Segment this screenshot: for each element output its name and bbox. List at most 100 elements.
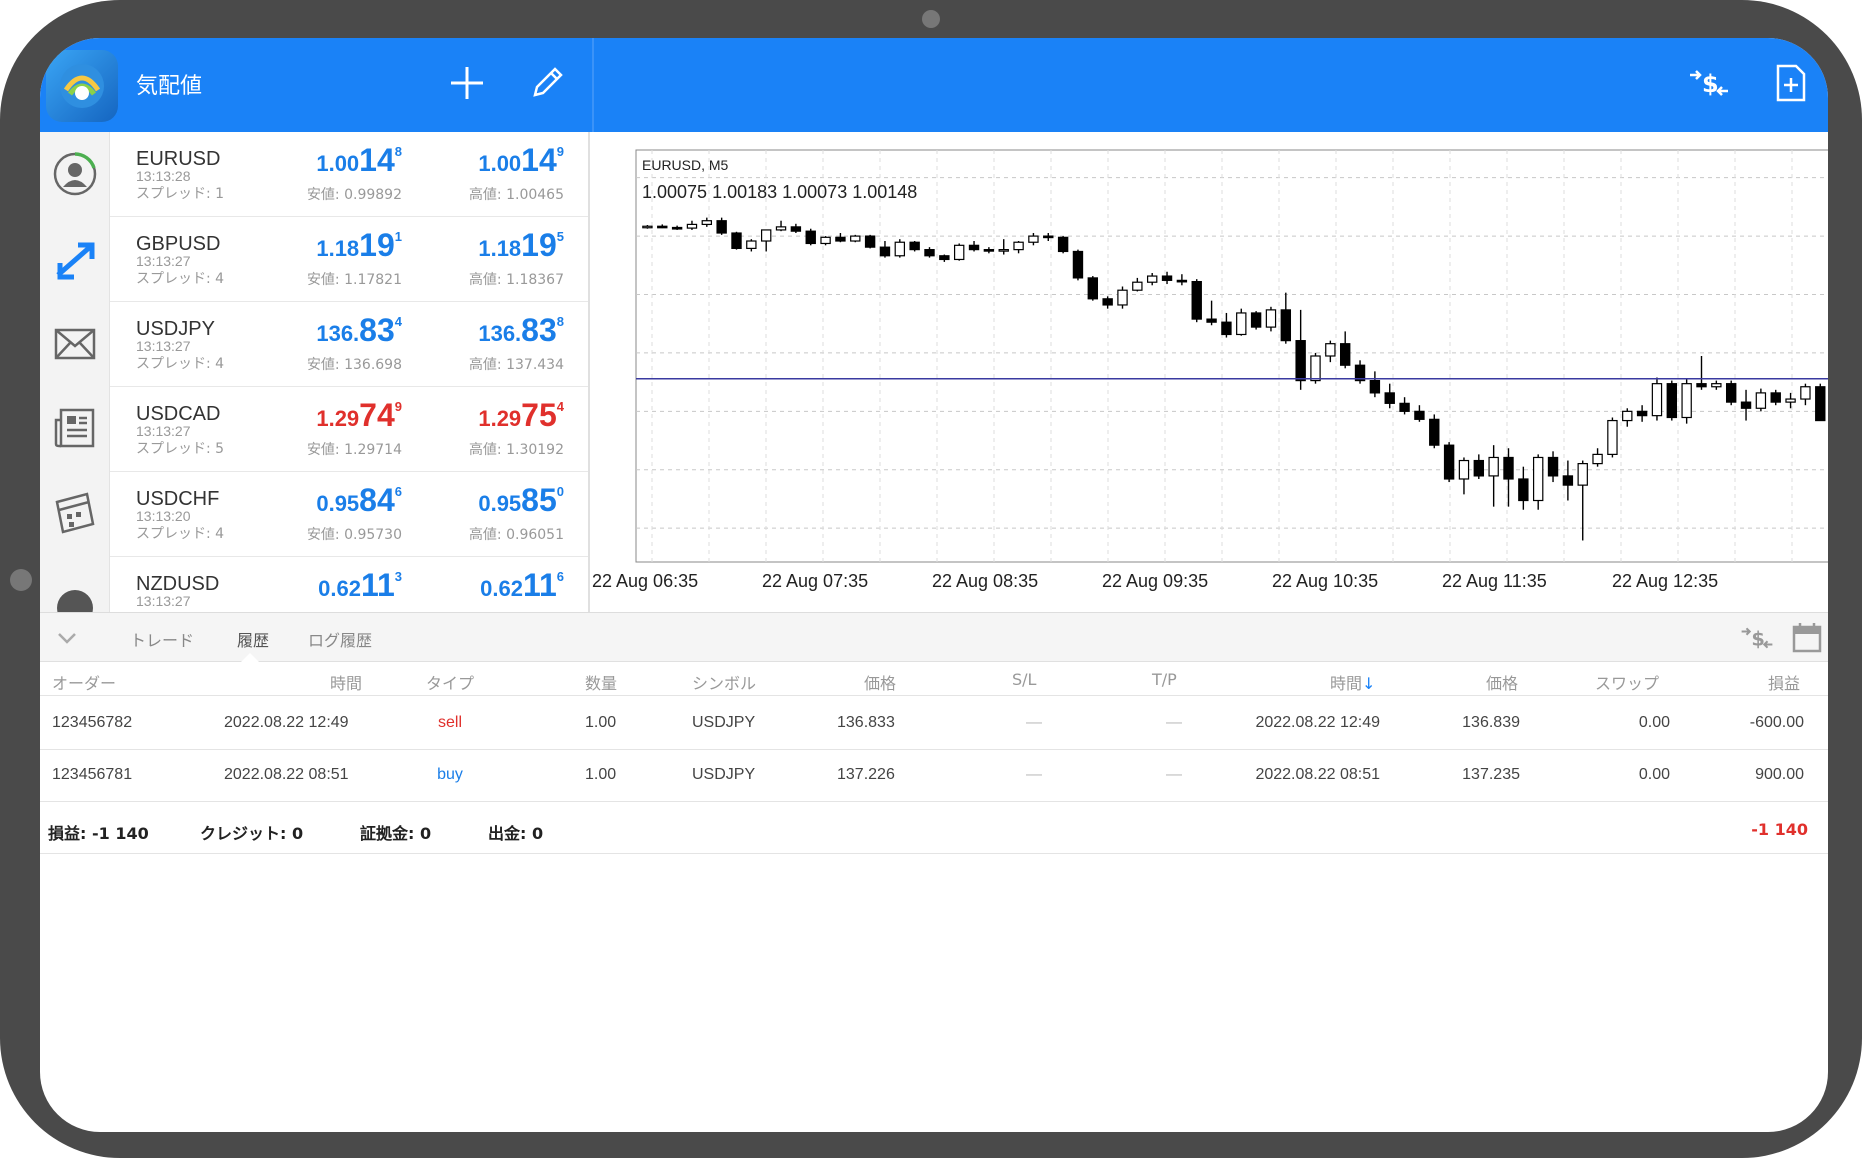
price-chart[interactable]: 1.004751.003801.002851.001901.000951.000… — [592, 132, 1828, 612]
cell-order: 123456782 — [52, 714, 133, 731]
col-volume[interactable]: 数量 — [585, 670, 617, 694]
bid-price-point: 6 — [394, 484, 402, 499]
col-close-price[interactable]: 価格 — [1486, 670, 1518, 694]
candle — [820, 236, 831, 246]
quote-time: 13:13:27 — [136, 593, 191, 609]
tab-log[interactable]: ログ履歴 — [308, 627, 372, 651]
quote-row[interactable]: GBPUSD 13:13:27 スプレッド: 4 1.18191 1.18195 安値: … — [110, 217, 588, 302]
x-tick-label: 22 Aug 08:35 — [932, 571, 1038, 591]
candle-body — [968, 244, 980, 251]
candlestick-chart[interactable]: 1.004751.003801.002851.001901.000951.000… — [592, 132, 1828, 612]
ask-price[interactable]: 1.00149 — [478, 142, 564, 179]
ask-price-prefix: 1.18 — [478, 236, 522, 261]
candle — [716, 217, 727, 235]
col-profit[interactable]: 損益 — [1768, 670, 1800, 694]
candle-body — [909, 241, 920, 251]
candle-body — [1711, 383, 1722, 388]
chevron-down-icon[interactable] — [54, 625, 80, 655]
cell-profit: -600.00 — [1749, 714, 1804, 731]
bid-price[interactable]: 1.00148 — [316, 142, 402, 179]
col-swap[interactable]: スワップ — [1595, 670, 1659, 694]
bid-price-point: 8 — [394, 144, 402, 159]
bid-price-pips: 74 — [359, 397, 395, 433]
tab-history[interactable]: 履歴 — [237, 627, 269, 651]
bid-price[interactable]: 136.834 — [316, 312, 402, 349]
nav-mail[interactable] — [40, 302, 110, 386]
candle-body — [1815, 386, 1826, 422]
candle-body — [1592, 453, 1603, 465]
nav-calendar[interactable] — [40, 470, 110, 554]
nav-news[interactable] — [40, 386, 110, 470]
candle-body — [1191, 280, 1202, 320]
col-price[interactable]: 価格 — [864, 670, 896, 694]
candle — [1607, 417, 1618, 458]
pencil-icon[interactable] — [524, 60, 570, 106]
ask-price[interactable]: 0.95850 — [478, 482, 564, 519]
nav-trade[interactable] — [40, 218, 110, 302]
ask-price-point: 6 — [556, 569, 564, 584]
quote-row[interactable]: NZDUSD 13:13:27 0.62113 0.62116 — [110, 557, 588, 612]
bid-price-pips: 11 — [360, 567, 395, 603]
cell-sl: — — [1026, 766, 1042, 783]
add-document-icon[interactable] — [1768, 60, 1814, 106]
candle-body — [1443, 444, 1455, 480]
calendar-icon[interactable] — [1792, 621, 1822, 657]
quote-high: 高値: 137.434 — [468, 357, 564, 373]
tab-trade[interactable]: トレード — [130, 627, 194, 651]
bid-price[interactable]: 1.29749 — [316, 397, 402, 434]
cell-tp: — — [1166, 714, 1182, 731]
ask-price[interactable]: 1.29754 — [478, 397, 564, 434]
candle — [850, 234, 861, 243]
bid-price[interactable]: 1.18191 — [316, 227, 402, 264]
quote-spread: スプレッド: 4 — [136, 356, 225, 372]
nav-account[interactable] — [40, 132, 110, 216]
col-symbol[interactable]: シンボル — [692, 670, 756, 694]
col-type[interactable]: タイプ — [426, 670, 474, 694]
quote-row[interactable]: USDCHF 13:13:20 スプレッド: 4 0.95846 0.95850 安値: … — [110, 472, 588, 557]
summary-bar: 損益: -1 140 クレジット: 0 証拠金: 0 出金: 0 -1 140 — [40, 802, 1828, 854]
candle-body — [1369, 379, 1381, 394]
cell-time: 2022.08.22 08:51 — [224, 766, 349, 783]
ask-price-point: 8 — [556, 314, 564, 329]
summary-credit: クレジット: 0 — [200, 824, 304, 843]
bid-price[interactable]: 0.62113 — [318, 567, 402, 604]
candle-body — [1636, 410, 1648, 417]
col-time[interactable]: 時間 — [330, 670, 362, 694]
col-sl[interactable]: S/L — [1012, 670, 1036, 689]
candle-body — [1043, 235, 1054, 239]
col-order[interactable]: オーダー — [52, 670, 116, 694]
app-logo-icon[interactable] — [46, 50, 118, 122]
dollar-trade-icon[interactable]: $ — [1740, 623, 1774, 657]
candle-body — [835, 236, 846, 242]
table-row[interactable]: 123456781 2022.08.22 08:51 buy 1.00 USDJPY 13… — [40, 750, 1828, 802]
candle-body — [1102, 298, 1113, 306]
ask-price-point: 0 — [556, 484, 564, 499]
candle-body — [1458, 459, 1470, 480]
ask-price-pips: 19 — [521, 227, 557, 263]
bid-price[interactable]: 0.95846 — [316, 482, 402, 519]
candle-body — [864, 235, 876, 248]
candle-body — [1117, 289, 1128, 306]
chart-ohlc: 1.00075 1.00183 1.00073 1.00148 — [642, 182, 917, 202]
candle-body — [1488, 456, 1499, 477]
candle-body — [1028, 235, 1039, 243]
col-close-time[interactable]: 時間↓ — [1330, 670, 1375, 694]
quote-time: 13:13:27 — [136, 253, 191, 269]
col-tp[interactable]: T/P — [1152, 670, 1177, 689]
quote-row[interactable]: EURUSD 13:13:28 スプレッド: 1 1.00148 1.00149 安値: … — [110, 132, 588, 217]
plus-icon[interactable] — [444, 60, 490, 106]
table-row[interactable]: 123456782 2022.08.22 12:49 sell 1.00 USDJPY 1… — [40, 698, 1828, 750]
quote-row[interactable]: USDJPY 13:13:27 スプレッド: 4 136.834 136.838 安値: … — [110, 302, 588, 387]
candle — [909, 241, 920, 252]
candle-body — [1310, 355, 1321, 382]
candle-body — [1339, 343, 1351, 366]
ask-price[interactable]: 0.62116 — [480, 567, 564, 604]
candle-body — [924, 249, 935, 257]
quote-row[interactable]: USDCAD 13:13:27 スプレッド: 5 1.29749 1.29754 安値: … — [110, 387, 588, 472]
cell-close-time: 2022.08.22 12:49 — [1255, 714, 1380, 731]
ask-price[interactable]: 136.838 — [478, 312, 564, 349]
candle — [1443, 442, 1455, 483]
bid-price-prefix: 1.29 — [316, 406, 360, 431]
dollar-trade-icon[interactable]: $ — [1686, 60, 1732, 106]
ask-price[interactable]: 1.18195 — [478, 227, 564, 264]
